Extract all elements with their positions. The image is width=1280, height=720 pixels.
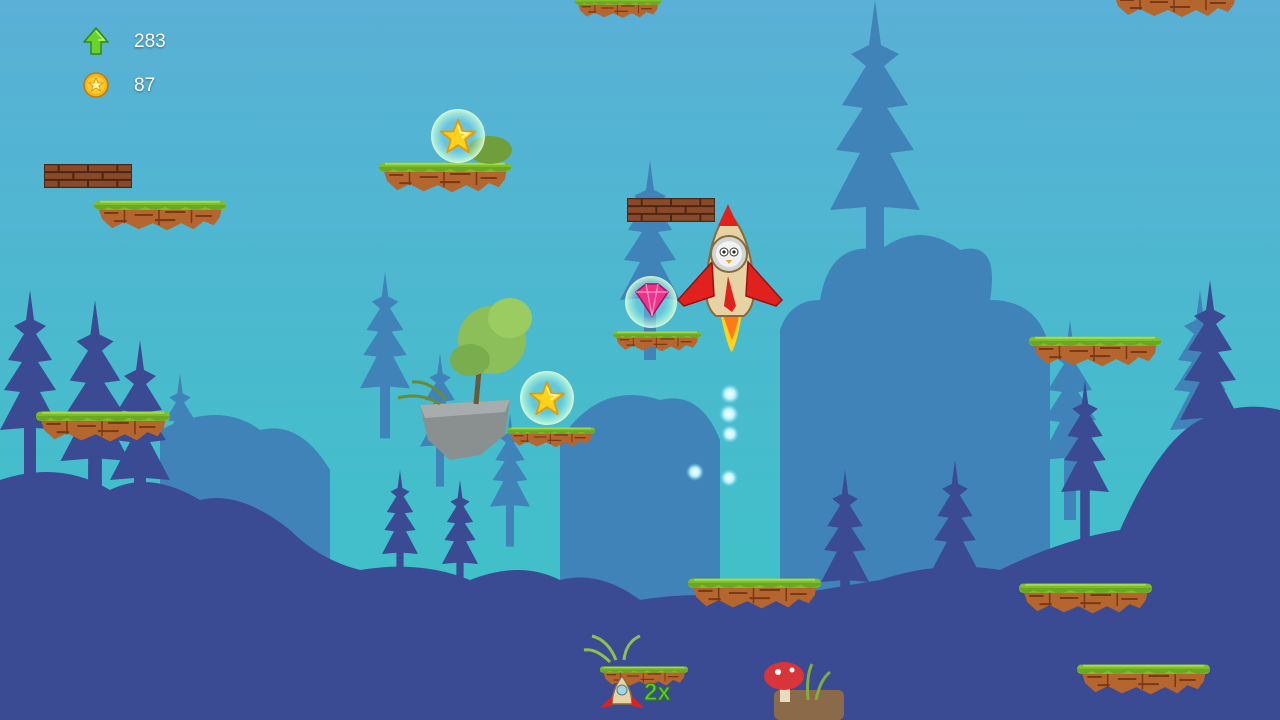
height-score-row: 283 [82,26,222,56]
coin-count-value: 87 [134,75,156,96]
2x-multiplier-powerup: 2x [644,679,672,707]
height-score-value: 283 [134,31,166,52]
svg-text:2x: 2x [644,679,671,706]
gold-star-coin-icon [83,72,109,98]
star-bubble [431,109,485,163]
hud-panel: 283 87 [82,26,222,116]
green-up-arrow-icon [83,27,109,55]
star-bubble [520,371,574,425]
coin-count-row: 87 [82,70,222,100]
gem-bubble [625,276,677,328]
brick-platform [44,164,132,188]
brick-platform [627,198,715,222]
